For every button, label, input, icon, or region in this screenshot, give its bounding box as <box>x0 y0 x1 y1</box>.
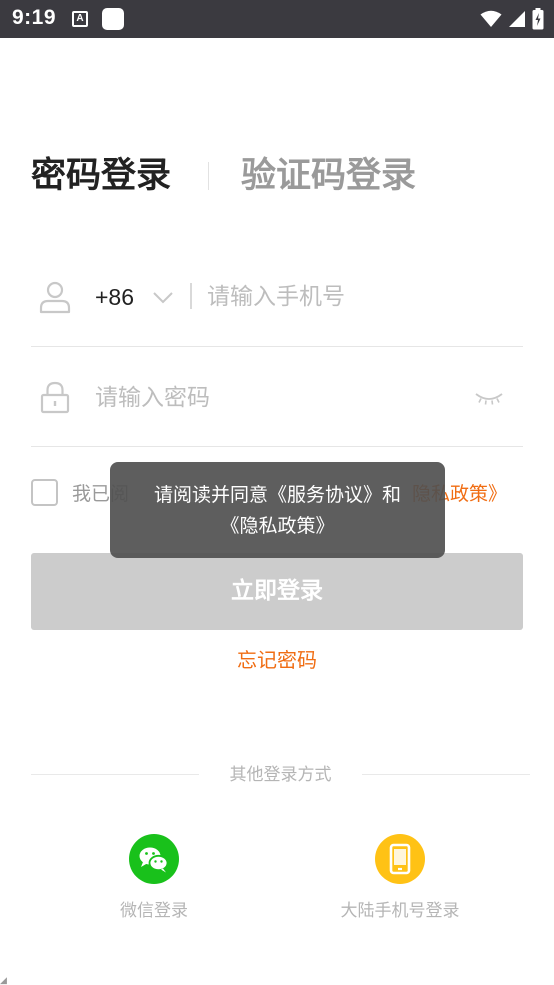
battery-icon <box>532 8 544 30</box>
chevron-down-icon[interactable] <box>151 287 175 307</box>
user-icon <box>39 281 71 314</box>
lock-icon <box>40 381 70 414</box>
signal-icon <box>509 11 525 27</box>
tab-code-login[interactable]: 验证码登录 <box>241 152 416 200</box>
forgot-password-link[interactable]: 忘记密码 <box>0 646 554 674</box>
login-button[interactable]: 立即登录 <box>31 553 523 630</box>
divider <box>31 774 199 775</box>
tab-password-login[interactable]: 密码登录 <box>31 152 171 200</box>
divider <box>31 446 523 447</box>
wechat-icon <box>139 847 169 873</box>
divider <box>31 346 523 347</box>
phone-input[interactable] <box>207 280 507 314</box>
agreement-toast: 请阅读并同意《服务协议》和 《隐私政策》 <box>110 462 445 558</box>
phone-separator <box>190 283 192 309</box>
status-time: 9:19 <box>12 6 57 29</box>
mainland-phone-login-label[interactable]: 大陆手机号登录 <box>320 899 480 923</box>
password-input[interactable] <box>95 380 455 416</box>
toast-line-2: 《隐私政策》 <box>220 515 335 537</box>
corner-mark: ◢ <box>0 976 7 985</box>
wechat-login-label[interactable]: 微信登录 <box>84 899 224 923</box>
other-login-label: 其他登录方式 <box>229 765 332 785</box>
a-notification-icon: A <box>72 11 88 27</box>
status-bar: 9:19 A <box>0 0 554 38</box>
agreement-checkbox[interactable] <box>31 479 58 506</box>
country-code-selector[interactable]: +86 <box>95 282 134 312</box>
divider <box>362 774 530 775</box>
mobile-phone-icon <box>389 843 411 875</box>
status-icons <box>480 6 544 32</box>
app-notification-icon <box>102 8 124 30</box>
mainland-phone-login-button[interactable] <box>375 834 425 884</box>
toast-line-1: 请阅读并同意《服务协议》和 <box>153 484 401 506</box>
wechat-login-button[interactable] <box>129 834 179 884</box>
tab-divider <box>208 162 209 190</box>
eye-closed-icon[interactable] <box>474 390 504 408</box>
wifi-icon <box>480 10 502 27</box>
